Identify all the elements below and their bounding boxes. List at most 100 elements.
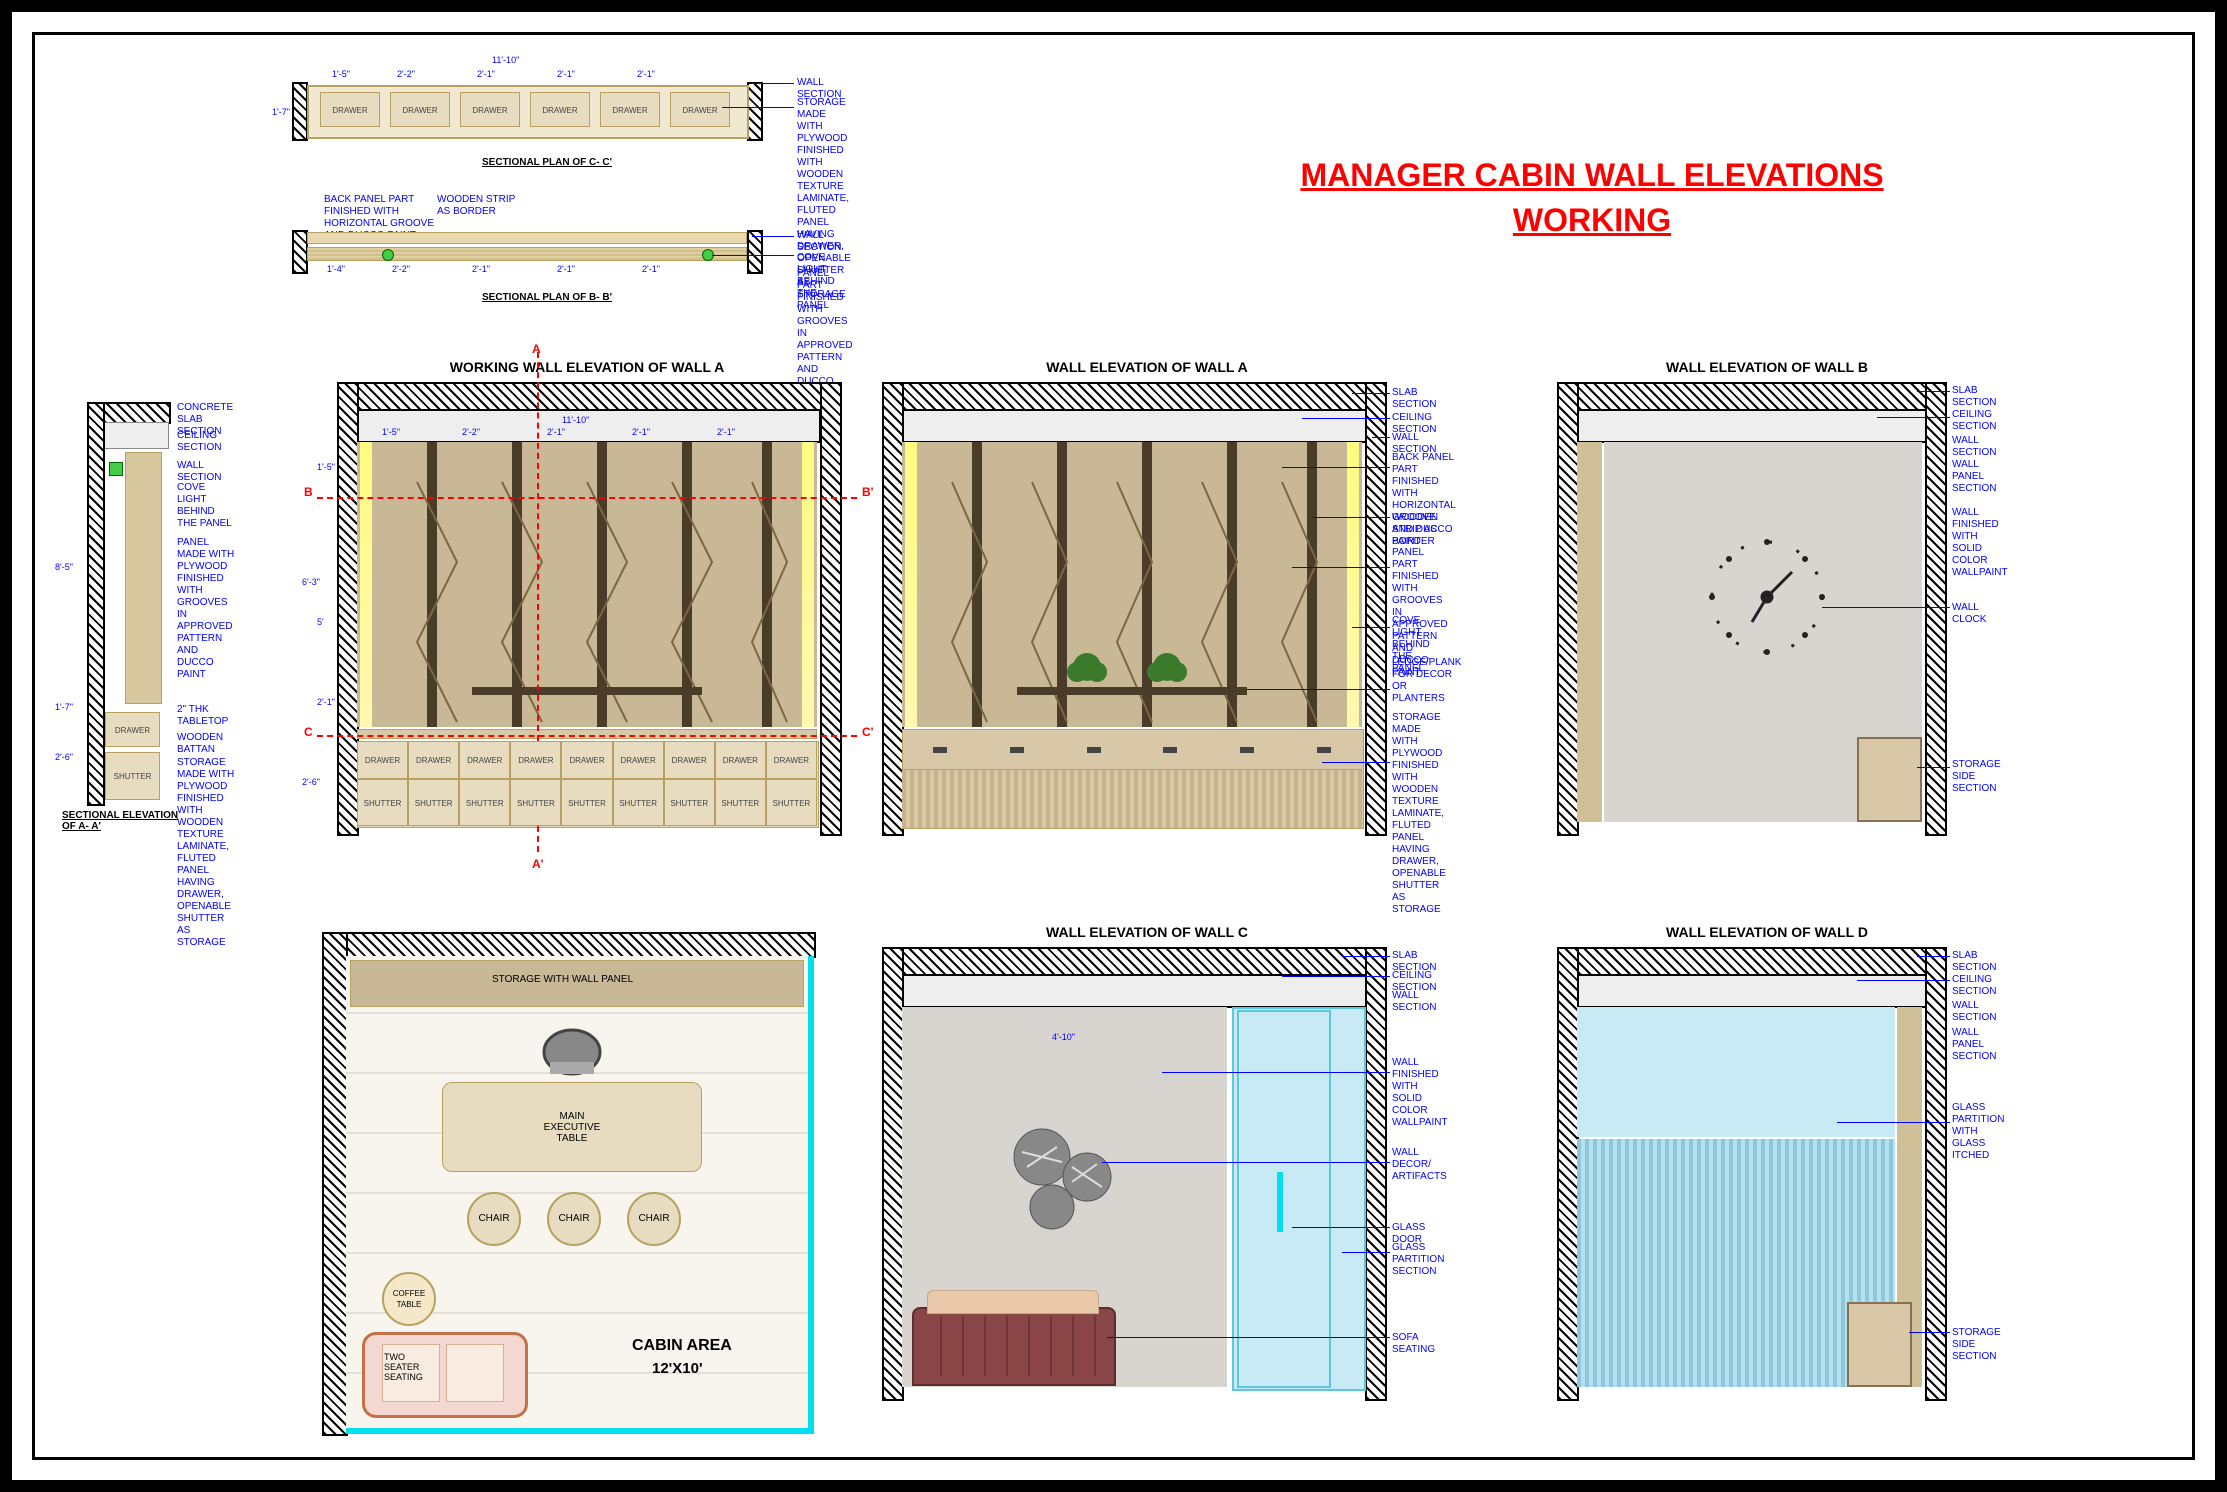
shutter: SHUTTER — [766, 779, 817, 826]
leader — [722, 107, 794, 108]
storage-side — [1847, 1302, 1912, 1387]
wall-r — [1365, 947, 1387, 1401]
leader — [1352, 393, 1390, 394]
shutter: SHUTTER — [357, 779, 408, 826]
drawer: DRAWER — [459, 741, 510, 779]
dim: 2'-1" — [557, 69, 575, 79]
slab — [882, 382, 1386, 411]
section-cc: 11'-10" 1'-5" 2'-2" 2'-1" 2'-1" 2'-1" 1'… — [302, 57, 802, 177]
note: STORAGE MADE WITH PLYWOOD FINISHED WITH … — [1392, 712, 1446, 916]
dim: 1'-7" — [272, 107, 290, 117]
dim: 6'-3" — [302, 577, 320, 587]
drawer: DRAWER — [408, 741, 459, 779]
leader — [1107, 1337, 1390, 1338]
sofa-lines — [920, 1316, 1104, 1376]
note: WALL SECTION — [1952, 1000, 1996, 1024]
view-title: SECTIONAL PLAN OF B- B' — [482, 292, 612, 303]
leader — [1247, 689, 1390, 690]
mark-A: A — [532, 342, 541, 356]
mark-C2: C' — [862, 725, 874, 739]
plan-title: CABIN AREA — [632, 1337, 732, 1355]
coffee-table: COFFEE TABLE — [382, 1272, 436, 1326]
note: SLAB SECTION — [1952, 385, 1996, 409]
leader — [1372, 437, 1390, 438]
ceiling — [900, 409, 1368, 443]
dim: 1'-7" — [55, 702, 73, 712]
leader — [1312, 517, 1390, 518]
note: WALL SECTION — [797, 230, 841, 254]
section-bb: BACK PANEL PART FINISHED WITH HORIZONTAL… — [302, 202, 802, 312]
leader — [1292, 567, 1390, 568]
view-title: WALL ELEVATION OF WALL D — [1557, 924, 1977, 940]
handles — [902, 747, 1362, 755]
elev-wd: WALL ELEVATION OF WALL D SLAB SECTION CE… — [1557, 932, 1977, 1412]
storage-labels: DRAWER DRAWER DRAWER DRAWER DRAWER DRAWE… — [357, 741, 817, 826]
exec-table: MAIN EXECUTIVE TABLE — [442, 1082, 702, 1172]
plan-wall — [322, 932, 348, 1436]
leader — [1282, 467, 1390, 468]
label: STORAGE WITH WALL PANEL — [492, 974, 633, 985]
shutter: SHUTTER — [664, 779, 715, 826]
leader — [752, 83, 794, 84]
note: WALL CLOCK — [1952, 602, 1986, 626]
note: STORAGE SIDE SECTION — [1952, 759, 2001, 795]
leader — [1302, 418, 1390, 419]
note: STORAGE MADE WITH PLYWOOD FINISHED WITH … — [177, 757, 237, 949]
drawer: DRAWER — [390, 92, 450, 127]
drawer: DRAWER — [357, 741, 408, 779]
panel-plan — [307, 232, 747, 244]
note: CEILING SECTION — [177, 430, 237, 454]
note: WALL FINISHED WITH SOLID COLOR WALLPAINT — [1952, 507, 2008, 579]
mark-B: B — [304, 485, 313, 499]
visitor-chair: CHAIR — [547, 1192, 601, 1246]
dim: 2'-1" — [547, 427, 565, 437]
dim: 2'-2" — [397, 69, 415, 79]
dim: 2'-1" — [642, 264, 660, 274]
storage-side — [1857, 737, 1922, 822]
drawer: DRAWER — [105, 712, 160, 747]
wall-l — [1557, 947, 1579, 1401]
mark-B2: B' — [862, 485, 874, 499]
view-title: WORKING WALL ELEVATION OF WALL A — [322, 359, 852, 375]
visitor-chair: CHAIR — [467, 1192, 521, 1246]
note: SLAB SECTION — [1952, 950, 1996, 974]
dim: 8'-5" — [55, 562, 73, 572]
main-subtitle: WORKING — [1092, 202, 2092, 239]
dim: 1'-5" — [382, 427, 400, 437]
wall-l — [1557, 382, 1579, 836]
main-title: MANAGER CABIN WALL ELEVATIONS — [1092, 157, 2092, 194]
wall-decor-icon — [1002, 1122, 1132, 1242]
dim-total-cc: 11'-10" — [492, 55, 519, 65]
note: WALL DECOR/ ARTIFACTS — [1392, 1147, 1447, 1183]
drawer: DRAWER — [670, 92, 730, 127]
view-title: WALL ELEVATION OF WALL B — [1557, 359, 1977, 375]
mark-C: C — [304, 725, 313, 739]
tabletop — [357, 729, 817, 739]
wall-hatch — [747, 82, 763, 141]
sofa-label: TWO SEATER SEATING — [384, 1352, 423, 1382]
sofa-top — [927, 1290, 1099, 1314]
drawer: DRAWER — [766, 741, 817, 779]
slab — [1557, 382, 1946, 411]
note: STORAGE SIDE SECTION — [1952, 1327, 2001, 1363]
note: GLASS PARTITION SECTION — [1392, 1242, 1444, 1278]
wall-l — [882, 382, 904, 836]
wall — [87, 402, 105, 806]
handle — [1277, 1172, 1283, 1232]
side-panel — [1577, 442, 1602, 822]
note: CEILING SECTION — [1952, 409, 1996, 433]
panel-plan2 — [307, 247, 747, 261]
dim: 5' — [317, 617, 324, 627]
view-title: WALL ELEVATION OF WALL A — [882, 359, 1412, 375]
drawer: DRAWER — [600, 92, 660, 127]
section-line — [317, 735, 857, 737]
view-title: WALL ELEVATION OF WALL C — [882, 924, 1412, 940]
dim: 1'-5" — [317, 462, 335, 472]
drawing-sheet: MANAGER CABIN WALL ELEVATIONS WORKING 11… — [0, 0, 2227, 1492]
plan-size: 12'X10' — [652, 1360, 703, 1377]
planter-icon — [1062, 647, 1202, 692]
note: COVE LIGHT BEHIND THE PANEL — [177, 482, 237, 530]
drawer: DRAWER — [510, 741, 561, 779]
shutter: SHUTTER — [105, 752, 160, 800]
wall-r — [1365, 382, 1387, 836]
